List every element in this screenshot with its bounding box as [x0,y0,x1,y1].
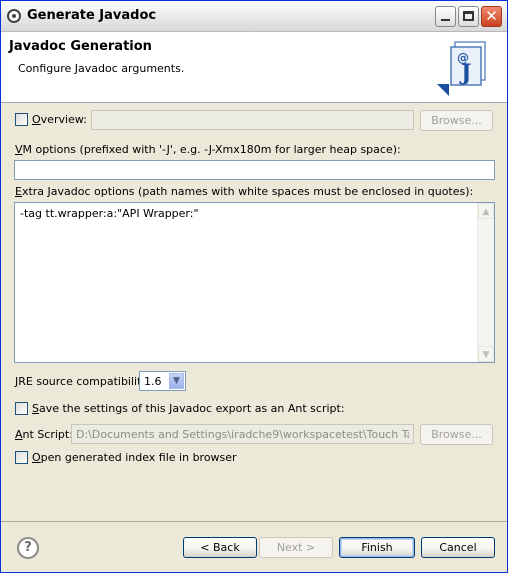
vm-options-input[interactable] [14,160,495,180]
title-bar[interactable]: Generate Javadoc ✕ [1,1,507,32]
ant-browse-button[interactable]: Browse... [420,424,493,445]
ant-script-label: Ant Script: [15,428,73,441]
save-ant-checkbox[interactable] [15,402,28,415]
open-index-checkbox[interactable] [15,451,28,464]
generate-javadoc-window: Generate Javadoc ✕ Javadoc Generation Co… [0,0,508,573]
page-description: Configure Javadoc arguments. [18,62,185,75]
help-icon[interactable]: ? [17,537,39,559]
next-button[interactable]: Next > [259,537,333,558]
chevron-down-icon[interactable]: ▼ [169,373,184,389]
scroll-up-icon[interactable]: ▲ [478,203,494,219]
page-title: Javadoc Generation [9,39,152,54]
back-button[interactable]: < Back [183,537,257,558]
window-title: Generate Javadoc [27,8,157,23]
extra-options-scrollbar[interactable]: ▲ ▼ [477,203,494,362]
overview-input[interactable] [91,110,414,130]
maximize-icon [463,11,474,21]
save-ant-label: Save the settings of this Javadoc export… [32,402,345,415]
javadoc-wizard-icon: @ J [437,41,486,96]
overview-browse-button[interactable]: Browse... [420,110,493,131]
vm-options-label: VM options (prefixed with '-J', e.g. -J-… [15,143,401,156]
extra-options-textarea[interactable]: -tag tt.wrapper:a:"API Wrapper:" ▲ ▼ [14,202,495,363]
ant-script-input[interactable]: D:\Documents and Settings\iradche9\works… [71,424,414,444]
overview-label: Overview: [32,113,87,126]
extra-options-label: Extra Javadoc options (path names with w… [15,185,474,198]
close-icon: ✕ [485,7,498,25]
close-button[interactable]: ✕ [481,6,502,27]
extra-options-text: -tag tt.wrapper:a:"API Wrapper:" [20,207,199,220]
footer-separator [1,521,507,522]
minimize-icon [441,19,450,21]
svg-text:J: J [459,60,471,86]
jre-compat-select[interactable]: 1.6 ▼ [139,371,186,391]
scroll-down-icon[interactable]: ▼ [478,346,494,362]
minimize-button[interactable] [435,6,456,27]
open-index-label: Open generated index file in browser [32,451,237,464]
overview-checkbox[interactable] [15,113,28,126]
jre-compat-label: JRE source compatibility: [15,375,151,388]
finish-button[interactable]: Finish [339,537,415,558]
cancel-button[interactable]: Cancel [421,537,495,558]
eclipse-icon [7,9,21,23]
wizard-header: Javadoc Generation Configure Javadoc arg… [1,32,507,103]
maximize-button[interactable] [458,6,479,27]
